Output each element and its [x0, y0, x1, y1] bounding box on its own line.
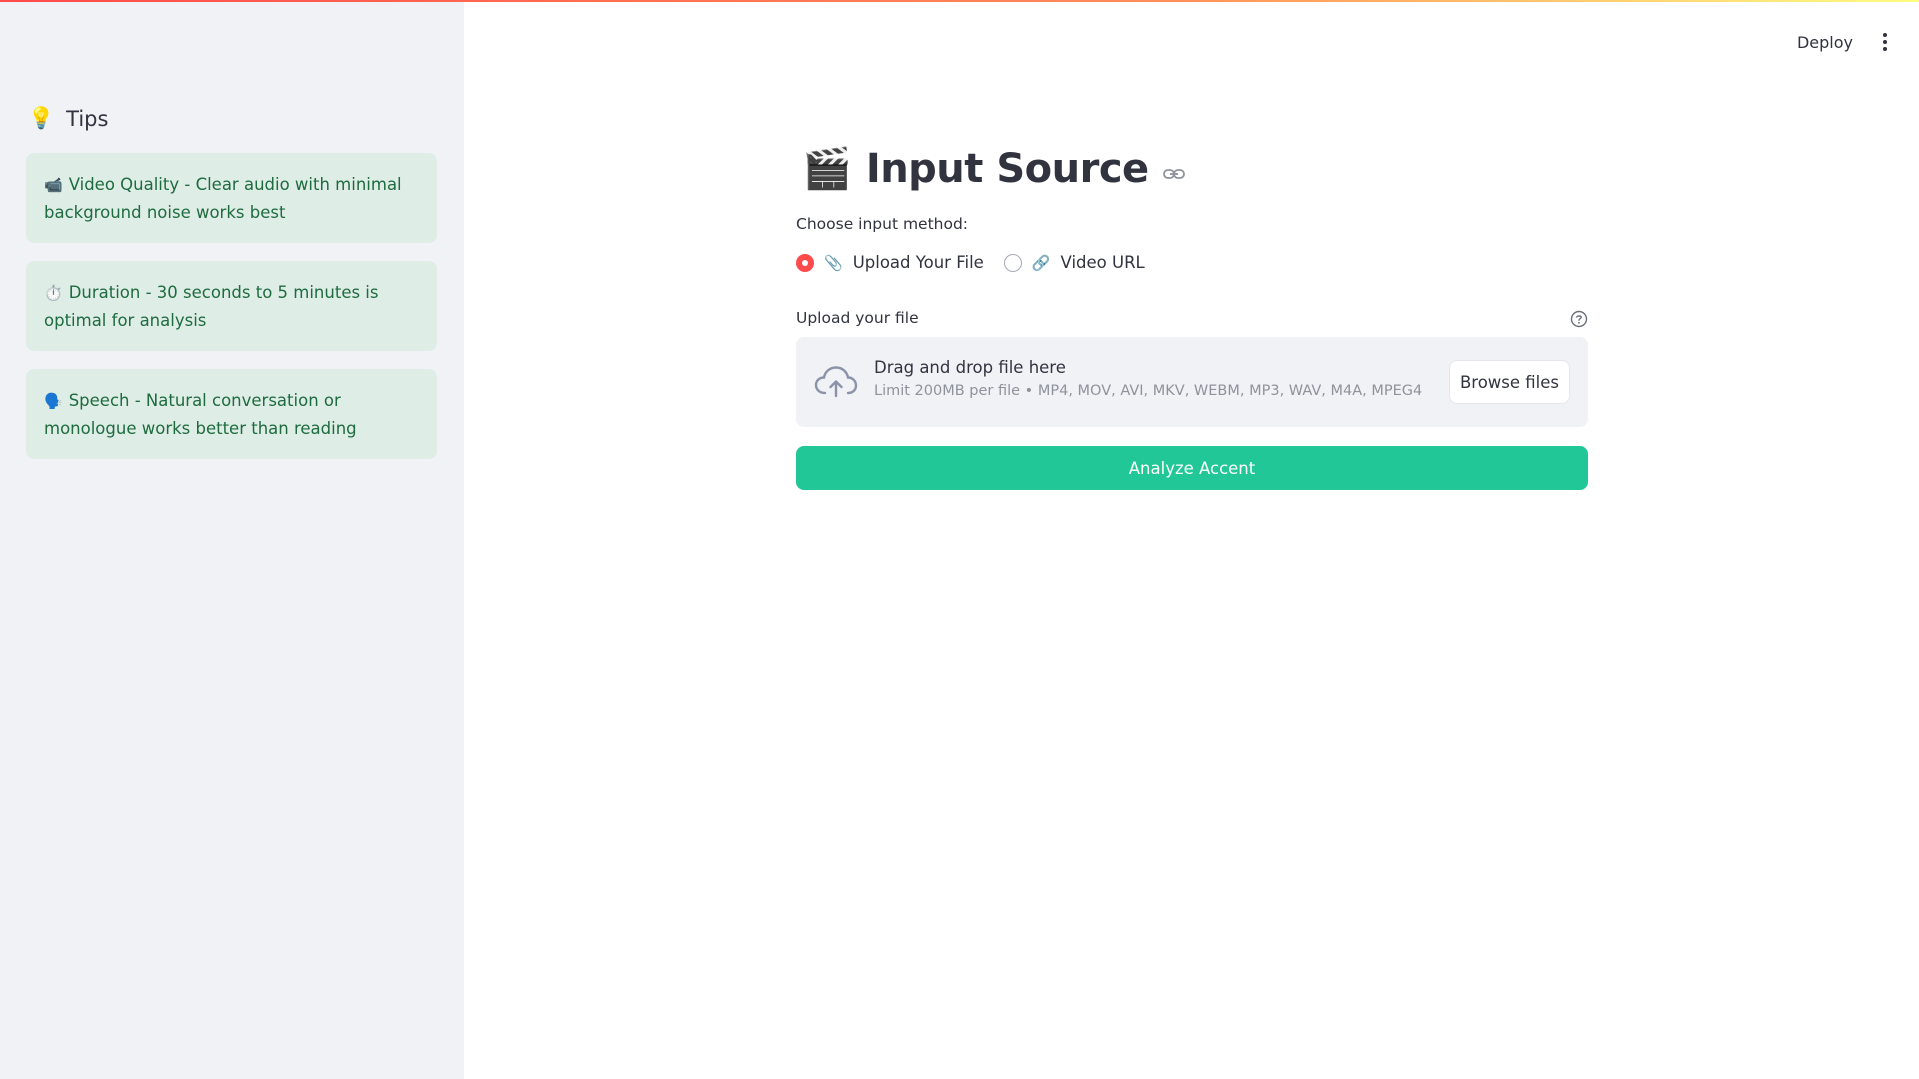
file-dropzone[interactable]: Drag and drop file here Limit 200MB per …: [796, 337, 1588, 427]
page-title: 🎬 Input Source: [802, 145, 1185, 192]
anchor-link-icon[interactable]: [1162, 167, 1185, 181]
link-icon: 🔗: [1031, 253, 1051, 272]
dropzone-instruction: Drag and drop file here: [874, 358, 1066, 377]
dropzone-text: Drag and drop file here Limit 200MB per …: [874, 358, 1422, 399]
radio-video-url[interactable]: 🔗 Video URL: [1003, 253, 1145, 272]
radio-button-unchecked[interactable]: [1003, 253, 1022, 272]
upload-label: Upload your file: [796, 309, 919, 327]
deploy-button[interactable]: Deploy: [1797, 33, 1853, 52]
radio-upload-file[interactable]: 📎 Upload Your File: [796, 253, 984, 272]
cloud-upload-icon: [814, 366, 858, 398]
paperclip-icon: 📎: [824, 253, 843, 272]
help-icon[interactable]: [1570, 310, 1588, 328]
input-method-radio-group: 📎 Upload Your File 🔗 Video URL: [796, 253, 1145, 272]
tips-title: Tips: [66, 106, 109, 131]
clapper-board-icon: 🎬: [802, 146, 852, 192]
main-menu-icon[interactable]: [1877, 30, 1893, 54]
tip-text: Speech - Natural conversation or monolog…: [44, 391, 357, 438]
video-camera-icon: 📹: [44, 176, 63, 194]
stopwatch-icon: ⏱️: [44, 284, 63, 302]
header-actions: Deploy: [1797, 30, 1893, 54]
tip-card-speech: 🗣️ Speech - Natural conversation or monol…: [26, 369, 437, 459]
tips-header: 💡 Tips: [28, 106, 108, 131]
browse-files-button[interactable]: Browse files: [1449, 360, 1570, 404]
radio-label: Video URL: [1060, 253, 1145, 272]
page-title-text: Input Source: [865, 145, 1149, 192]
tip-text: Video Quality - Clear audio with minimal…: [44, 175, 402, 222]
sidebar: 💡 Tips 📹 Video Quality - Clear audio with…: [0, 0, 464, 1079]
tip-text: Duration - 30 seconds to 5 minutes is op…: [44, 283, 379, 330]
radio-button-checked[interactable]: [796, 253, 814, 272]
dropzone-limit: Limit 200MB per file • MP4, MOV, AVI, MK…: [874, 383, 1423, 399]
speaking-head-icon: 🗣️: [44, 392, 63, 410]
tip-card-video-quality: 📹 Video Quality - Clear audio with minima…: [26, 153, 437, 243]
radio-label: Upload Your File: [852, 253, 984, 272]
tip-card-duration: ⏱️ Duration - 30 seconds to 5 minutes is …: [26, 261, 437, 351]
lightbulb-icon: 💡: [28, 106, 55, 130]
analyze-accent-button[interactable]: Analyze Accent: [796, 446, 1588, 490]
top-decoration-bar: [0, 0, 1919, 2]
input-method-label: Choose input method:: [796, 215, 969, 233]
